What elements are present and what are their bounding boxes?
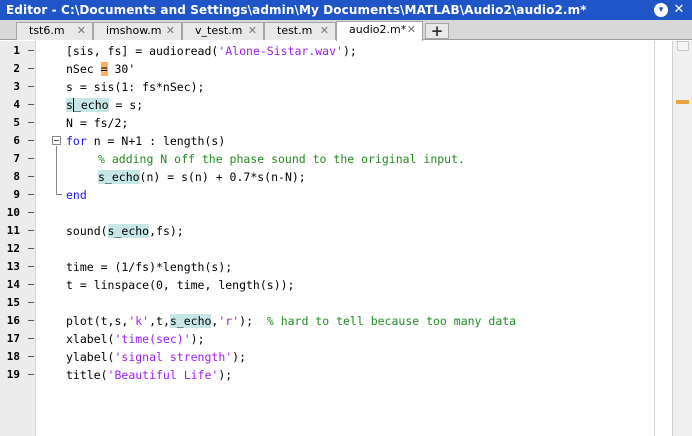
code-text: ylabel('signal strength'); [66,350,247,364]
code-text: xlabel('time(sec)'); [66,332,205,346]
code-text: for n = N+1 : length(s) [66,134,226,148]
breakpoint-marker[interactable] [28,230,34,231]
text-cursor: _echo [72,98,109,112]
line-number: 11 [6,224,20,237]
breakpoint-marker[interactable] [28,140,34,141]
line-number: 8 [13,170,20,183]
code-text: nSec = 30' [66,62,136,76]
breakpoint-marker[interactable] [28,212,34,213]
breakpoint-marker[interactable] [28,320,34,321]
close-icon[interactable]: ✕ [248,23,257,39]
code-line[interactable]: 15 [0,294,692,312]
tab-label: audio2.m* [349,23,407,36]
close-icon[interactable]: ✕ [407,22,416,38]
code-text: sound(s_echo,fs); [66,224,184,238]
code-text: s_echo(n) = s(n) + 0.7*s(n-N); [98,170,306,184]
code-text: title('Beautiful Life'); [66,368,233,382]
chevron-down-icon[interactable]: ▾ [654,3,668,17]
breakpoint-marker[interactable] [28,248,34,249]
breakpoint-marker[interactable] [28,104,34,105]
line-number: 15 [6,296,20,309]
tab-label: tst6.m [29,24,65,37]
line-number: 17 [6,332,20,345]
line-number: 7 [13,152,20,165]
line-number: 5 [13,116,20,129]
breakpoint-marker[interactable] [28,338,34,339]
breakpoint-marker[interactable] [28,158,34,159]
code-line[interactable]: 12 [0,240,692,258]
add-tab-button[interactable]: + [425,23,449,39]
line-number: 1 [13,44,20,57]
tab-bar: tst6.m ✕ imshow.m ✕ v_test.m ✕ test.m ✕ … [0,20,692,41]
line-number: 3 [13,80,20,93]
code-text: t = linspace(0, time, length(s)); [66,278,295,292]
code-text: N = fs/2; [66,116,129,130]
close-icon[interactable]: ✕ [672,3,686,17]
line-number: 6 [13,134,20,147]
close-icon[interactable]: ✕ [166,23,175,39]
breakpoint-marker[interactable] [28,356,34,357]
code-line[interactable]: 17 xlabel('time(sec)'); [0,330,692,348]
tab-v-test[interactable]: v_test.m ✕ [182,22,264,40]
code-text: time = (1/fs)*length(s); [66,260,233,274]
close-icon[interactable]: ✕ [320,23,329,39]
breakpoint-marker[interactable] [28,50,34,51]
code-text: % adding N off the phase sound to the or… [98,152,465,166]
tab-tst6[interactable]: tst6.m ✕ [16,22,93,40]
tab-label: v_test.m [195,24,243,37]
code-text: s_echo = s; [66,98,144,112]
code-editor[interactable]: 1 [sis, fs] = audioread('Alone-Sistar.wa… [0,41,692,436]
code-line[interactable]: 18 ylabel('signal strength'); [0,348,692,366]
code-line[interactable]: 4 s_echo = s; [0,96,692,114]
line-number: 12 [6,242,20,255]
tab-label: test.m [277,24,313,37]
code-line[interactable]: 8 s_echo(n) = s(n) + 0.7*s(n-N); [0,168,692,186]
code-line[interactable]: 2 nSec = 30' [0,60,692,78]
code-line[interactable]: 19 title('Beautiful Life'); [0,366,692,384]
tab-label: imshow.m [106,24,162,37]
code-line[interactable]: 14 t = linspace(0, time, length(s)); [0,276,692,294]
code-line[interactable]: 5 N = fs/2; [0,114,692,132]
line-number: 9 [13,188,20,201]
breakpoint-marker[interactable] [28,122,34,123]
code-line[interactable]: 16 plot(t,s,'k',t,s_echo,'r'); % hard to… [0,312,692,330]
line-number: 16 [6,314,20,327]
line-number: 4 [13,98,20,111]
close-icon[interactable]: ✕ [77,23,86,39]
breakpoint-marker[interactable] [28,284,34,285]
code-text: s = sis(1: fs*nSec); [66,80,205,94]
line-number: 10 [6,206,20,219]
line-number: 13 [6,260,20,273]
window-title: Editor - C:\Documents and Settings\admin… [6,3,587,17]
code-text: plot(t,s,'k',t,s_echo,'r'); % hard to te… [66,314,517,328]
line-number: 14 [6,278,20,291]
line-number: 19 [6,368,20,381]
line-number: 18 [6,350,20,363]
tab-imshow[interactable]: imshow.m ✕ [93,22,182,40]
code-line[interactable]: 3 s = sis(1: fs*nSec); [0,78,692,96]
breakpoint-marker[interactable] [28,302,34,303]
tab-test[interactable]: test.m ✕ [264,22,336,40]
code-line[interactable]: 11 sound(s_echo,fs); [0,222,692,240]
line-number: 2 [13,62,20,75]
code-line[interactable]: 7 % adding N off the phase sound to the … [0,150,692,168]
code-line[interactable]: 10 [0,204,692,222]
code-line[interactable]: 9 end [0,186,692,204]
breakpoint-marker[interactable] [28,176,34,177]
breakpoint-marker[interactable] [28,194,34,195]
breakpoint-marker[interactable] [28,266,34,267]
code-line[interactable]: 6 for n = N+1 : length(s) [0,132,692,150]
title-bar: Editor - C:\Documents and Settings\admin… [0,0,692,20]
code-text: [sis, fs] = audioread('Alone-Sistar.wav'… [66,44,357,58]
code-line[interactable]: 13 time = (1/fs)*length(s); [0,258,692,276]
tab-audio2[interactable]: audio2.m* ✕ [336,21,423,41]
code-text: end [66,188,87,202]
warning-highlight: = [100,62,108,76]
breakpoint-marker[interactable] [28,68,34,69]
breakpoint-marker[interactable] [28,86,34,87]
code-line[interactable]: 1 [sis, fs] = audioread('Alone-Sistar.wa… [0,42,692,60]
breakpoint-marker[interactable] [28,374,34,375]
